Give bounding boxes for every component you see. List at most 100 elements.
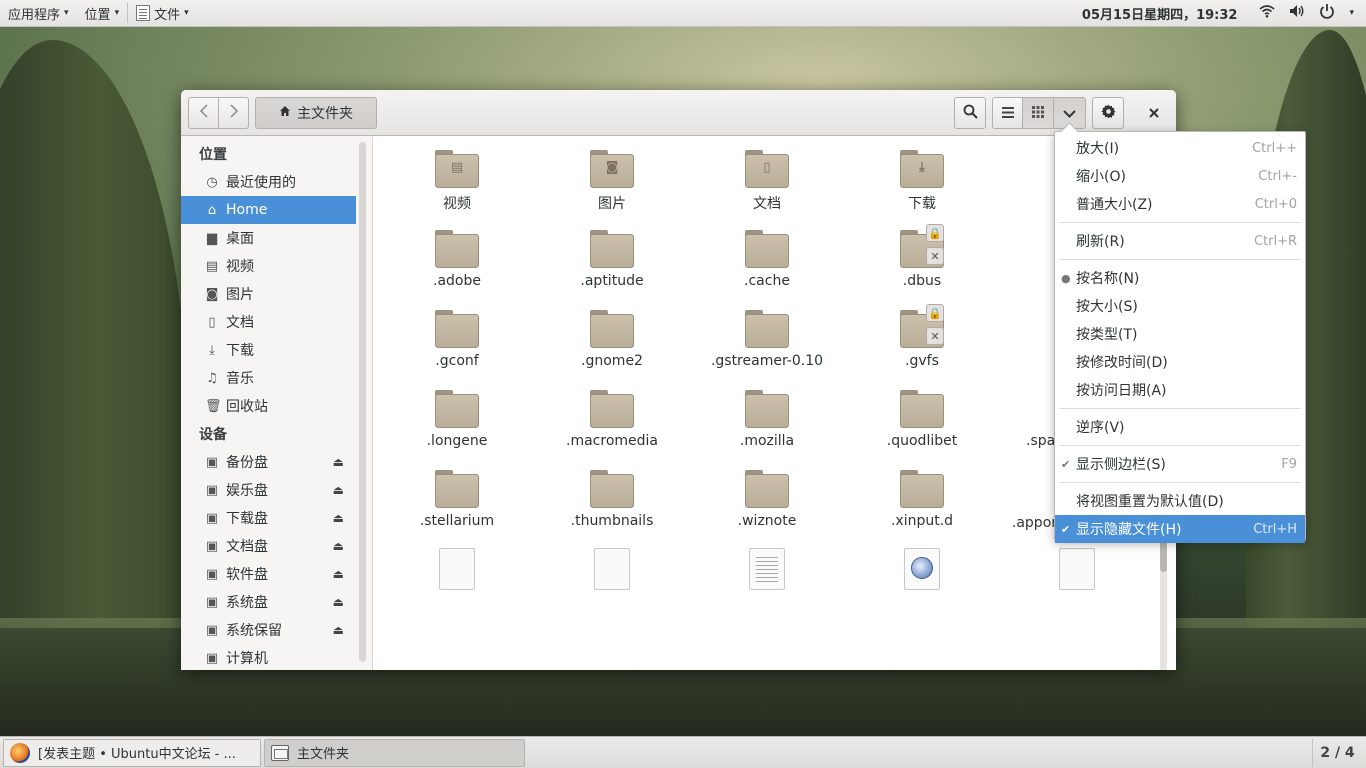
eject-icon[interactable]: ⏏ (333, 595, 344, 609)
sidebar-item-pictures[interactable]: ◙ 图片 (181, 280, 356, 308)
file-item[interactable]: .gnome2 (537, 308, 687, 369)
file-name: .thumbnails (570, 513, 654, 529)
menu-item-label: 普通大小(Z) (1076, 197, 1153, 213)
power-icon[interactable] (1319, 3, 1335, 23)
menu-item-label: 刷新(R) (1076, 234, 1125, 250)
menu-item-sort-by-type[interactable]: 按类型(T) (1055, 320, 1305, 348)
sidebar-device[interactable]: ▣ 娱乐盘 ⏏ (181, 476, 356, 504)
file-item[interactable]: ◙ 图片 (537, 148, 687, 213)
folder-icon (900, 390, 944, 428)
menu-item-sort-by-mtime[interactable]: 按修改时间(D) (1055, 348, 1305, 376)
file-item[interactable]: .macromedia (537, 388, 687, 449)
forward-button[interactable] (218, 97, 249, 129)
places-menu[interactable]: 位置 ▾ (77, 0, 128, 27)
sidebar-item-desktop[interactable]: ▆ 桌面 (181, 224, 356, 252)
eject-icon[interactable]: ⏏ (333, 539, 344, 553)
file-item[interactable] (847, 548, 997, 595)
sidebar-item-home[interactable]: ⌂ Home (181, 196, 356, 224)
app-menu[interactable]: 文件 ▾ (128, 0, 197, 27)
sidebar-item-music[interactable]: ♫ 音乐 (181, 364, 356, 392)
workspace-switcher[interactable]: 2 / 4 (1312, 738, 1362, 767)
eject-icon[interactable]: ⏏ (333, 511, 344, 525)
list-view-button[interactable] (992, 97, 1023, 129)
file-item[interactable]: .stellarium (382, 468, 532, 529)
settings-button[interactable] (1092, 97, 1124, 129)
menu-item-reset-view[interactable]: 将视图重置为默认值(D) (1055, 487, 1305, 515)
file-icon (594, 548, 630, 590)
file-item[interactable]: 🔒 ✕ .gvfs (847, 304, 997, 369)
file-item[interactable] (537, 548, 687, 595)
back-button[interactable] (188, 97, 219, 129)
close-button[interactable] (1138, 97, 1170, 129)
menu-item-sort-by-name[interactable]: ● 按名称(N) (1055, 264, 1305, 292)
file-item[interactable]: ▤ 视频 (382, 148, 532, 213)
menu-item-normal-size[interactable]: 普通大小(Z) Ctrl+0 (1055, 190, 1305, 218)
sidebar-item-documents[interactable]: ▯ 文档 (181, 308, 356, 336)
menu-item-accel: F9 (1281, 456, 1297, 472)
folder-icon (745, 390, 789, 428)
unreadable-icon: ✕ (926, 247, 944, 265)
file-item[interactable]: ⤓ 下载 (847, 148, 997, 213)
sidebar-item-videos[interactable]: ▤ 视频 (181, 252, 356, 280)
eject-icon[interactable]: ⏏ (333, 567, 344, 581)
sidebar-scrollbar[interactable] (359, 142, 366, 662)
file-item[interactable]: .quodlibet (847, 388, 997, 449)
file-name: .gconf (435, 353, 479, 369)
menu-item-reverse-order[interactable]: 逆序(V) (1055, 413, 1305, 441)
sidebar-item-downloads[interactable]: ⤓ 下载 (181, 336, 356, 364)
menu-item-accel: Ctrl+- (1258, 168, 1297, 184)
taskbar-item-firefox[interactable]: [发表主题 • Ubuntu中文论坛 - ... (3, 738, 261, 767)
places-label: 位置 (84, 7, 111, 23)
file-item[interactable]: .wiznote (692, 468, 842, 529)
clock[interactable]: 05月15日星期四，19:32 (1082, 4, 1238, 23)
taskbar-item-files[interactable]: 主文件夹 (264, 738, 525, 767)
file-item[interactable]: .aptitude (537, 228, 687, 289)
applications-menu[interactable]: 应用程序 ▾ (0, 0, 77, 27)
lock-icon: 🔒 (926, 304, 944, 322)
sidebar-device[interactable]: ▣ 下载盘 ⏏ (181, 504, 356, 532)
menu-item-sort-by-size[interactable]: 按大小(S) (1055, 292, 1305, 320)
volume-icon[interactable] (1289, 4, 1305, 22)
sidebar-item-label: 回收站 (226, 399, 268, 415)
file-item[interactable]: .longene (382, 388, 532, 449)
file-item[interactable]: .thumbnails (537, 468, 687, 529)
file-name: .stellarium (419, 513, 495, 529)
menu-item-sort-by-atime[interactable]: 按访问日期(A) (1055, 376, 1305, 404)
sidebar-device[interactable]: ▣ 文档盘 ⏏ (181, 532, 356, 560)
sidebar-item-trash[interactable]: 🗑 回收站 (181, 392, 356, 420)
file-item[interactable] (692, 548, 842, 595)
sidebar-device[interactable]: ▣ 软件盘 ⏏ (181, 560, 356, 588)
file-item[interactable]: .adobe (382, 228, 532, 289)
eject-icon[interactable]: ⏏ (333, 623, 344, 637)
wifi-icon[interactable] (1259, 4, 1275, 22)
eject-icon[interactable]: ⏏ (333, 455, 344, 469)
file-item[interactable] (382, 548, 532, 595)
path-button-home[interactable]: 主文件夹 (255, 97, 377, 129)
menu-item-zoom-in[interactable]: 放大(I) Ctrl++ (1055, 134, 1305, 162)
file-item[interactable]: 🔒 ✕ .dbus (847, 224, 997, 289)
menu-item-accel: Ctrl+R (1253, 233, 1297, 249)
sidebar-item-recent[interactable]: ◷ 最近使用的 (181, 168, 356, 196)
folder-icon (435, 310, 479, 348)
menu-item-label: 按修改时间(D) (1076, 355, 1168, 371)
file-item[interactable]: .cache (692, 228, 842, 289)
sidebar-item-label: 音乐 (226, 371, 254, 387)
eject-icon[interactable]: ⏏ (333, 483, 344, 497)
file-item[interactable]: ▯ 文档 (692, 148, 842, 213)
sidebar-device[interactable]: ▣ 系统盘 ⏏ (181, 588, 356, 616)
menu-item-show-hidden-files[interactable]: ✔ 显示隐藏文件(H) Ctrl+H (1055, 515, 1305, 543)
menu-item-reload[interactable]: 刷新(R) Ctrl+R (1055, 227, 1305, 255)
file-item[interactable]: .mozilla (692, 388, 842, 449)
file-manager-icon (271, 744, 289, 761)
grid-view-button[interactable] (1022, 97, 1054, 129)
menu-item-show-sidebar[interactable]: ✔ 显示侧边栏(S) F9 (1055, 450, 1305, 478)
menu-item-zoom-out[interactable]: 缩小(O) Ctrl+- (1055, 162, 1305, 190)
search-button[interactable] (954, 97, 986, 129)
file-item[interactable]: .xinput.d (847, 468, 997, 529)
file-item[interactable] (1002, 548, 1152, 595)
sidebar-device[interactable]: ▣ 计算机 (181, 644, 356, 670)
sidebar-device[interactable]: ▣ 系统保留 ⏏ (181, 616, 356, 644)
file-item[interactable]: .gstreamer-0.10 (692, 308, 842, 369)
file-item[interactable]: .gconf (382, 308, 532, 369)
sidebar-device[interactable]: ▣ 备份盘 ⏏ (181, 448, 356, 476)
